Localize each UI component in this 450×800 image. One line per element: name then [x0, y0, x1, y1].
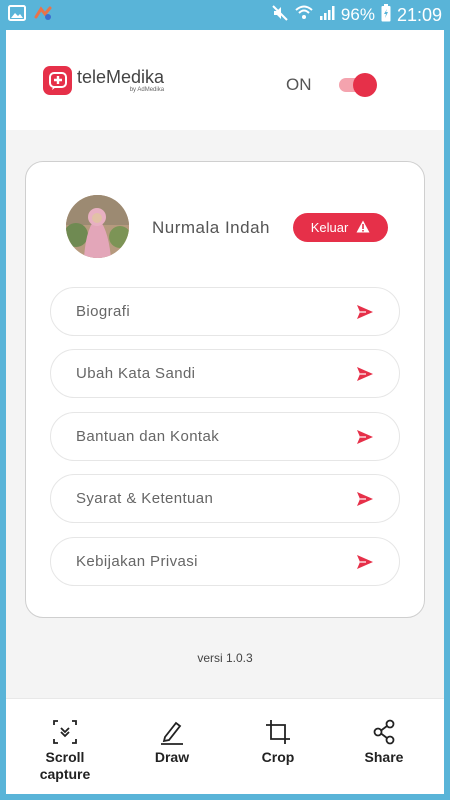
app-header: teleMedika by AdMedika ON	[6, 30, 444, 130]
crop-button[interactable]: Crop	[228, 699, 328, 795]
draw-button[interactable]: Draw	[122, 699, 222, 795]
frame-right	[444, 30, 450, 800]
image-icon	[8, 5, 26, 25]
profile-card: Nurmala Indah Keluar Biografi Ubah Kata …	[25, 161, 425, 618]
scroll-capture-icon	[53, 720, 77, 744]
mute-icon	[271, 4, 289, 26]
logout-button[interactable]: Keluar	[293, 213, 388, 242]
crop-icon	[266, 720, 290, 744]
avatar[interactable]	[66, 195, 129, 258]
toggle-knob	[353, 73, 377, 97]
battery-icon	[381, 4, 391, 26]
menu-item-biografi[interactable]: Biografi	[50, 287, 400, 336]
warning-icon	[356, 220, 370, 236]
share-label: Share	[364, 749, 404, 765]
menu-item-label: Bantuan dan Kontak	[76, 428, 220, 445]
screenshot-toolbar: Scroll capture Draw Crop Share	[6, 698, 444, 794]
share-icon	[373, 719, 395, 745]
menu-item-kebijakan-privasi[interactable]: Kebijakan Privasi	[50, 537, 400, 586]
logo-mark-icon	[43, 66, 72, 95]
clock: 21:09	[396, 4, 442, 25]
scroll-capture-label: Scroll capture	[39, 749, 91, 782]
send-arrow-icon	[357, 367, 373, 381]
send-arrow-icon	[357, 555, 373, 569]
menu-item-label: Biografi	[76, 303, 131, 320]
logout-label: Keluar	[310, 220, 349, 235]
send-arrow-icon	[357, 430, 373, 444]
frame-left	[0, 30, 6, 800]
wifi-icon	[295, 5, 313, 25]
menu-item-label: Ubah Kata Sandi	[76, 365, 196, 382]
pencil-icon	[161, 721, 183, 745]
menu-item-label: Kebijakan Privasi	[76, 553, 198, 570]
telemedika-logo: teleMedika by AdMedika	[43, 66, 164, 95]
menu-item-label: Syarat & Ketentuan	[76, 490, 214, 507]
logo-subtitle: by AdMedika	[129, 86, 165, 93]
draw-label: Draw	[154, 749, 190, 765]
profile-name: Nurmala Indah	[152, 218, 271, 237]
send-arrow-icon	[357, 305, 373, 319]
signal-icon	[319, 5, 335, 25]
status-bar: 96% 21:09	[0, 0, 450, 30]
logo-name: teleMedika	[77, 66, 165, 87]
toggle-label: ON	[286, 75, 312, 94]
version-text: versi 1.0.3	[197, 651, 253, 665]
menu-item-bantuan-dan-kontak[interactable]: Bantuan dan Kontak	[50, 412, 400, 461]
menu-item-ubah-kata-sandi[interactable]: Ubah Kata Sandi	[50, 349, 400, 398]
frame-bottom	[0, 794, 450, 800]
menu-item-syarat-ketentuan[interactable]: Syarat & Ketentuan	[50, 474, 400, 523]
send-arrow-icon	[357, 492, 373, 506]
crop-label: Crop	[261, 749, 295, 765]
battery-percent: 96%	[340, 5, 375, 24]
app-icon	[34, 5, 52, 25]
share-button[interactable]: Share	[334, 699, 434, 795]
scroll-capture-button[interactable]: Scroll capture	[15, 699, 115, 795]
online-toggle[interactable]	[339, 73, 379, 97]
